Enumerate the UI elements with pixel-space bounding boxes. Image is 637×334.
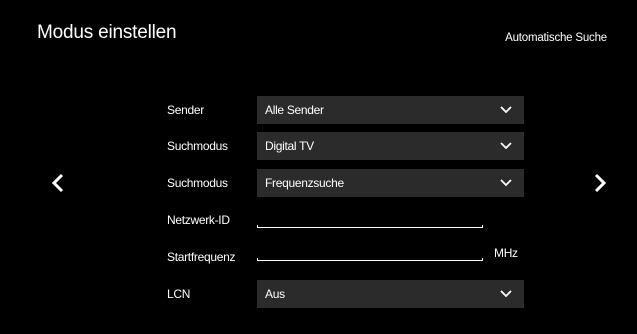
netzwerk-id-field[interactable] xyxy=(257,212,483,228)
chevron-right-icon xyxy=(594,173,607,193)
startfrequenz-label: Startfrequenz xyxy=(167,250,236,264)
input-underline-left-tick xyxy=(257,225,258,228)
suchmodus-value: Digital TV xyxy=(265,139,314,153)
input-underline-right-tick xyxy=(482,258,483,261)
previous-page-button[interactable] xyxy=(47,172,69,194)
sender-label: Sender xyxy=(167,103,204,117)
input-underline-right-tick xyxy=(482,225,483,228)
sender-select[interactable]: Alle Sender xyxy=(257,96,524,124)
chevron-down-icon xyxy=(500,106,512,114)
lcn-label: LCN xyxy=(167,287,191,301)
tv-menu-screen: Modus einstellen Automatische Suche Send… xyxy=(0,0,637,334)
lcn-select[interactable]: Aus xyxy=(257,280,524,308)
suchmodus-label: Suchmodus xyxy=(167,176,228,190)
input-underline xyxy=(257,227,483,228)
page-subtitle: Automatische Suche xyxy=(505,32,607,44)
lcn-value: Aus xyxy=(265,287,285,301)
netzwerk-id-label: Netzwerk-ID xyxy=(167,213,230,227)
chevron-down-icon xyxy=(500,290,512,298)
suchmodus-select[interactable]: Frequenzsuche xyxy=(257,169,524,197)
suchmodus-value: Frequenzsuche xyxy=(265,176,344,190)
input-underline xyxy=(257,260,483,261)
frequency-unit: MHz xyxy=(494,246,518,260)
startfrequenz-field[interactable] xyxy=(257,245,483,261)
input-underline-left-tick xyxy=(257,258,258,261)
suchmodus-label: Suchmodus xyxy=(167,139,228,153)
page-title: Modus einstellen xyxy=(37,22,177,43)
chevron-left-icon xyxy=(51,173,64,193)
next-page-button[interactable] xyxy=(589,172,611,194)
suchmodus-select[interactable]: Digital TV xyxy=(257,132,524,160)
sender-value: Alle Sender xyxy=(265,103,324,117)
chevron-down-icon xyxy=(500,179,512,187)
chevron-down-icon xyxy=(500,142,512,150)
